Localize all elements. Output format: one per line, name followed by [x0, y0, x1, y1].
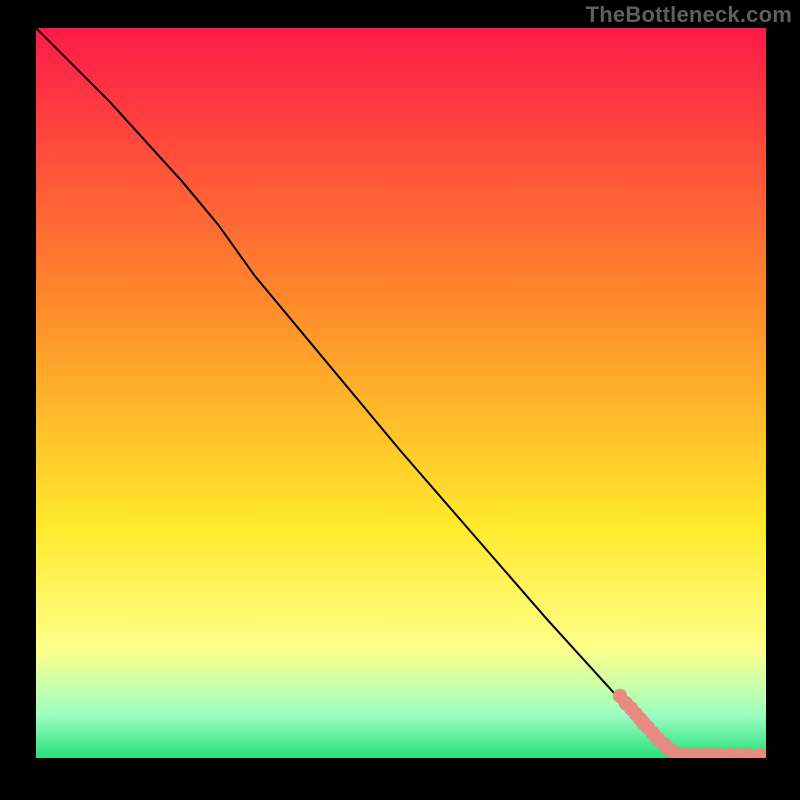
chart-frame: TheBottleneck.com [0, 0, 800, 800]
chart-plot-area [36, 28, 766, 758]
gradient-bg [36, 28, 766, 758]
chart-svg [36, 28, 766, 758]
watermark-label: TheBottleneck.com [586, 2, 792, 28]
